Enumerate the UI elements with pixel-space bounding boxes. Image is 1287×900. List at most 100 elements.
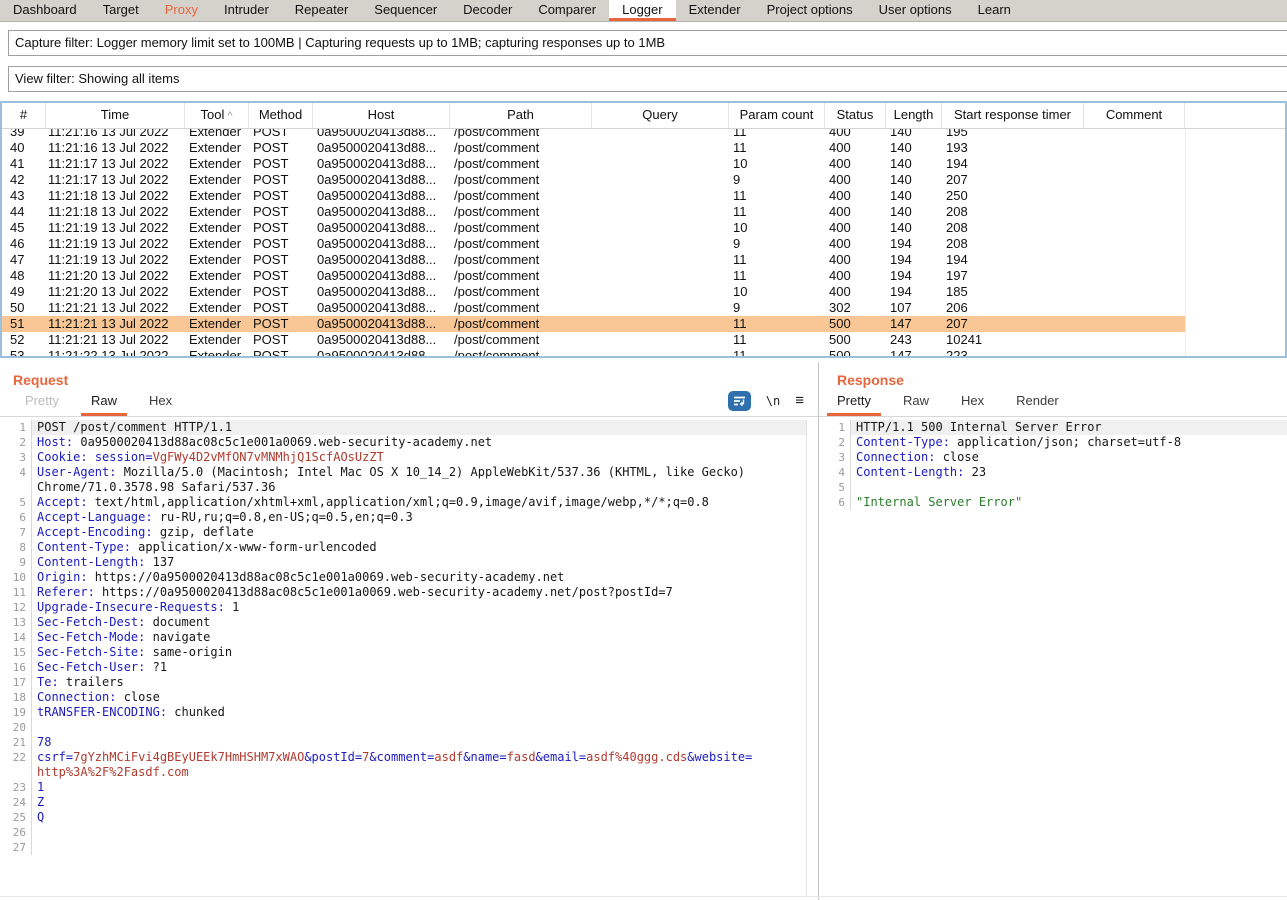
request-editor[interactable]: 1POST /post/comment HTTP/1.12Host: 0a950… <box>0 420 807 896</box>
menu-item-decoder[interactable]: Decoder <box>450 0 525 21</box>
pretty-print-icon[interactable] <box>728 391 751 411</box>
column-label: Param count <box>740 107 814 122</box>
log-row-50[interactable]: 5011:21:21 13 Jul 2022ExtenderPOST0a9500… <box>2 300 1185 316</box>
cell-method: POST <box>249 236 313 252</box>
menu-item-user-options[interactable]: User options <box>866 0 965 21</box>
cell-param-count: 11 <box>729 268 825 284</box>
cell-path: /post/comment <box>450 140 592 156</box>
code-text: Sec-Fetch-Site: same-origin <box>32 645 232 660</box>
column-header-time[interactable]: Time <box>46 103 185 128</box>
menu-item-sequencer[interactable]: Sequencer <box>361 0 450 21</box>
cell-status: 500 <box>825 316 886 332</box>
tab-raw[interactable]: Raw <box>81 393 127 416</box>
cell-param-count: 11 <box>729 332 825 348</box>
menu-item-extender[interactable]: Extender <box>676 0 754 21</box>
cell-path: /post/comment <box>450 252 592 268</box>
cell-comment <box>1084 204 1185 220</box>
view-filter-bar[interactable]: View filter: Showing all items <box>8 66 1287 92</box>
cell-start-response-timer: 223 <box>942 348 1084 356</box>
code-line: 4Content-Length: 23 <box>819 465 1287 480</box>
editor-menu-icon[interactable]: ≡ <box>795 394 804 408</box>
tab-hex[interactable]: Hex <box>139 393 182 416</box>
log-row-45[interactable]: 4511:21:19 13 Jul 2022ExtenderPOST0a9500… <box>2 220 1185 236</box>
menu-item-intruder[interactable]: Intruder <box>211 0 282 21</box>
code-text: "Internal Server Error" <box>851 495 1022 510</box>
menu-item-proxy[interactable]: Proxy <box>152 0 211 21</box>
cell-host: 0a9500020413d88... <box>313 172 450 188</box>
menu-item-repeater[interactable]: Repeater <box>282 0 361 21</box>
log-row-44[interactable]: 4411:21:18 13 Jul 2022ExtenderPOST0a9500… <box>2 204 1185 220</box>
line-number: 6 <box>819 495 851 510</box>
column-header-param-count[interactable]: Param count <box>729 103 825 128</box>
newline-toggle-icon[interactable]: \n <box>766 394 780 408</box>
column-header-host[interactable]: Host <box>313 103 450 128</box>
menu-item-learn[interactable]: Learn <box>965 0 1024 21</box>
column-header-start-response-timer[interactable]: Start response timer <box>942 103 1084 128</box>
tab-render[interactable]: Render <box>1006 393 1069 416</box>
cell-comment <box>1084 220 1185 236</box>
tab-pretty[interactable]: Pretty <box>15 393 69 416</box>
column-header-number[interactable]: # <box>2 103 46 128</box>
log-row-41[interactable]: 4111:21:17 13 Jul 2022ExtenderPOST0a9500… <box>2 156 1185 172</box>
tab-raw[interactable]: Raw <box>893 393 939 416</box>
log-row-52[interactable]: 5211:21:21 13 Jul 2022ExtenderPOST0a9500… <box>2 332 1185 348</box>
column-header-method[interactable]: Method <box>249 103 313 128</box>
cell-number: 50 <box>2 300 46 316</box>
cell-status: 400 <box>825 188 886 204</box>
cell-time: 11:21:21 13 Jul 2022 <box>46 300 185 316</box>
line-number: 12 <box>0 600 32 615</box>
code-text: Sec-Fetch-User: ?1 <box>32 660 167 675</box>
column-header-tool[interactable]: Tool^ <box>185 103 249 128</box>
code-line: 14Sec-Fetch-Mode: navigate <box>0 630 806 645</box>
log-row-48[interactable]: 4811:21:20 13 Jul 2022ExtenderPOST0a9500… <box>2 268 1185 284</box>
column-header-length[interactable]: Length <box>886 103 942 128</box>
line-number: 3 <box>819 450 851 465</box>
log-row-49[interactable]: 4911:21:20 13 Jul 2022ExtenderPOST0a9500… <box>2 284 1185 300</box>
response-editor[interactable]: 1HTTP/1.1 500 Internal Server Error2Cont… <box>819 420 1287 896</box>
log-table-body[interactable]: 3911:21:16 13 Jul 2022ExtenderPOST0a9500… <box>2 129 1285 356</box>
log-row-42[interactable]: 4211:21:17 13 Jul 2022ExtenderPOST0a9500… <box>2 172 1185 188</box>
log-row-47[interactable]: 4711:21:19 13 Jul 2022ExtenderPOST0a9500… <box>2 252 1185 268</box>
log-row-39[interactable]: 3911:21:16 13 Jul 2022ExtenderPOST0a9500… <box>2 129 1185 140</box>
code-text <box>32 720 37 735</box>
code-line: 18Connection: close <box>0 690 806 705</box>
column-header-status[interactable]: Status <box>825 103 886 128</box>
column-header-path[interactable]: Path <box>450 103 592 128</box>
column-header-query[interactable]: Query <box>592 103 729 128</box>
cell-length: 140 <box>886 156 942 172</box>
menu-item-target[interactable]: Target <box>90 0 152 21</box>
log-row-40[interactable]: 4011:21:16 13 Jul 2022ExtenderPOST0a9500… <box>2 140 1185 156</box>
menu-item-comparer[interactable]: Comparer <box>525 0 609 21</box>
capture-filter-bar[interactable]: Capture filter: Logger memory limit set … <box>8 30 1287 56</box>
cell-start-response-timer: 208 <box>942 236 1084 252</box>
menu-item-project-options[interactable]: Project options <box>754 0 866 21</box>
cell-tool: Extender <box>185 204 249 220</box>
cell-start-response-timer: 10241 <box>942 332 1084 348</box>
tab-pretty[interactable]: Pretty <box>827 393 881 416</box>
cell-start-response-timer: 197 <box>942 268 1084 284</box>
line-number: 20 <box>0 720 32 735</box>
code-line: 26 <box>0 825 806 840</box>
cell-host: 0a9500020413d88... <box>313 204 450 220</box>
log-row-51[interactable]: 5111:21:21 13 Jul 2022ExtenderPOST0a9500… <box>2 316 1185 332</box>
cell-number: 44 <box>2 204 46 220</box>
cell-length: 140 <box>886 129 942 140</box>
tab-hex[interactable]: Hex <box>951 393 994 416</box>
cell-host: 0a9500020413d88... <box>313 268 450 284</box>
cell-query <box>592 300 729 316</box>
line-number: 10 <box>0 570 32 585</box>
log-row-43[interactable]: 4311:21:18 13 Jul 2022ExtenderPOST0a9500… <box>2 188 1185 204</box>
cell-status: 400 <box>825 140 886 156</box>
column-label: Query <box>642 107 677 122</box>
menu-item-dashboard[interactable]: Dashboard <box>0 0 90 21</box>
menu-item-logger[interactable]: Logger <box>609 0 675 21</box>
cell-path: /post/comment <box>450 188 592 204</box>
log-row-53[interactable]: 5311:21:22 13 Jul 2022ExtenderPOST0a9500… <box>2 348 1185 356</box>
log-row-46[interactable]: 4611:21:19 13 Jul 2022ExtenderPOST0a9500… <box>2 236 1185 252</box>
cell-query <box>592 204 729 220</box>
column-header-comment[interactable]: Comment <box>1084 103 1185 128</box>
log-table-header: #TimeTool^MethodHostPath Query Param count… <box>2 103 1285 129</box>
code-line: 20 <box>0 720 806 735</box>
cell-tool: Extender <box>185 140 249 156</box>
cell-query <box>592 332 729 348</box>
